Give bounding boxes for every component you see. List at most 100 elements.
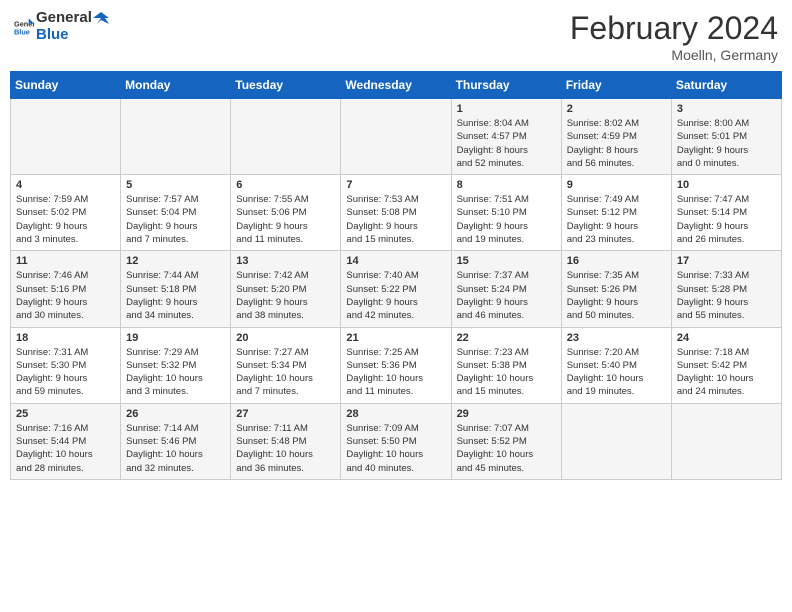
day-cell: 21 Sunrise: 7:25 AM Sunset: 5:36 PM Dayli… [341,327,451,403]
logo-general-text: General [36,9,92,26]
day-number: 7 [346,179,445,191]
day-cell: 27 Sunrise: 7:11 AM Sunset: 5:48 PM Dayli… [231,403,341,479]
column-header-sunday: Sunday [11,72,121,99]
week-row-1: 1 Sunrise: 8:04 AM Sunset: 4:57 PM Daylig… [11,99,782,175]
day-number: 9 [567,179,666,191]
day-number: 13 [236,255,335,267]
day-cell: 7 Sunrise: 7:53 AM Sunset: 5:08 PM Daylig… [341,175,451,251]
day-cell: 23 Sunrise: 7:20 AM Sunset: 5:40 PM Dayli… [561,327,671,403]
logo-blue-text: Blue [36,27,110,44]
day-cell [231,99,341,175]
day-info: Sunrise: 7:55 AM Sunset: 5:06 PM Dayligh… [236,193,335,246]
week-row-2: 4Sunrise: 7:59 AM Sunset: 5:02 PM Daylig… [11,175,782,251]
day-info: Sunrise: 8:04 AM Sunset: 4:57 PM Dayligh… [457,117,556,170]
day-info: Sunrise: 7:35 AM Sunset: 5:26 PM Dayligh… [567,269,666,322]
day-number: 24 [677,332,776,344]
day-info: Sunrise: 8:02 AM Sunset: 4:59 PM Dayligh… [567,117,666,170]
day-info: Sunrise: 7:46 AM Sunset: 5:16 PM Dayligh… [16,269,115,322]
day-number: 12 [126,255,225,267]
calendar-table: SundayMondayTuesdayWednesdayThursdayFrid… [10,71,782,480]
day-cell: 10Sunrise: 7:47 AM Sunset: 5:14 PM Dayli… [671,175,781,251]
location-title: Moelln, Germany [570,47,778,63]
day-cell: 2 Sunrise: 8:02 AM Sunset: 4:59 PM Daylig… [561,99,671,175]
week-row-5: 25 Sunrise: 7:16 AM Sunset: 5:44 PM Dayli… [11,403,782,479]
day-cell: 15 Sunrise: 7:37 AM Sunset: 5:24 PM Dayli… [451,251,561,327]
day-cell: 18 Sunrise: 7:31 AM Sunset: 5:30 PM Dayli… [11,327,121,403]
day-info: Sunrise: 7:31 AM Sunset: 5:30 PM Dayligh… [16,346,115,399]
day-cell: 20Sunrise: 7:27 AM Sunset: 5:34 PM Dayli… [231,327,341,403]
day-number: 26 [126,408,225,420]
day-info: Sunrise: 7:47 AM Sunset: 5:14 PM Dayligh… [677,193,776,246]
day-cell: 16 Sunrise: 7:35 AM Sunset: 5:26 PM Dayli… [561,251,671,327]
day-cell: 6 Sunrise: 7:55 AM Sunset: 5:06 PM Daylig… [231,175,341,251]
day-number: 28 [346,408,445,420]
day-info: Sunrise: 7:57 AM Sunset: 5:04 PM Dayligh… [126,193,225,246]
day-cell: 14 Sunrise: 7:40 AM Sunset: 5:22 PM Dayli… [341,251,451,327]
day-number: 14 [346,255,445,267]
svg-text:Blue: Blue [14,27,30,36]
day-info: Sunrise: 7:23 AM Sunset: 5:38 PM Dayligh… [457,346,556,399]
day-cell [671,403,781,479]
day-info: Sunrise: 7:40 AM Sunset: 5:22 PM Dayligh… [346,269,445,322]
day-cell [561,403,671,479]
day-info: Sunrise: 7:33 AM Sunset: 5:28 PM Dayligh… [677,269,776,322]
day-info: Sunrise: 7:37 AM Sunset: 5:24 PM Dayligh… [457,269,556,322]
day-cell: 22 Sunrise: 7:23 AM Sunset: 5:38 PM Dayli… [451,327,561,403]
day-number: 29 [457,408,556,420]
day-number: 4 [16,179,115,191]
page-header: General Blue General Blue February 2024 … [10,10,782,63]
day-info: Sunrise: 7:49 AM Sunset: 5:12 PM Dayligh… [567,193,666,246]
day-info: Sunrise: 7:29 AM Sunset: 5:32 PM Dayligh… [126,346,225,399]
column-header-tuesday: Tuesday [231,72,341,99]
day-info: Sunrise: 7:16 AM Sunset: 5:44 PM Dayligh… [16,422,115,475]
day-info: Sunrise: 7:44 AM Sunset: 5:18 PM Dayligh… [126,269,225,322]
calendar-header-row: SundayMondayTuesdayWednesdayThursdayFrid… [11,72,782,99]
title-area: February 2024 Moelln, Germany [570,10,778,63]
day-cell: 28 Sunrise: 7:09 AM Sunset: 5:50 PM Dayli… [341,403,451,479]
day-cell: 12 Sunrise: 7:44 AM Sunset: 5:18 PM Dayli… [121,251,231,327]
day-number: 6 [236,179,335,191]
day-number: 27 [236,408,335,420]
day-info: Sunrise: 7:11 AM Sunset: 5:48 PM Dayligh… [236,422,335,475]
day-info: Sunrise: 7:27 AM Sunset: 5:34 PM Dayligh… [236,346,335,399]
day-cell: 9 Sunrise: 7:49 AM Sunset: 5:12 PM Daylig… [561,175,671,251]
column-header-wednesday: Wednesday [341,72,451,99]
day-info: Sunrise: 7:53 AM Sunset: 5:08 PM Dayligh… [346,193,445,246]
column-header-saturday: Saturday [671,72,781,99]
day-cell: 13 Sunrise: 7:42 AM Sunset: 5:20 PM Dayli… [231,251,341,327]
column-header-monday: Monday [121,72,231,99]
day-number: 5 [126,179,225,191]
week-row-4: 18 Sunrise: 7:31 AM Sunset: 5:30 PM Dayli… [11,327,782,403]
day-number: 25 [16,408,115,420]
day-number: 21 [346,332,445,344]
day-number: 23 [567,332,666,344]
day-cell [341,99,451,175]
day-cell: 11Sunrise: 7:46 AM Sunset: 5:16 PM Dayli… [11,251,121,327]
day-cell: 19 Sunrise: 7:29 AM Sunset: 5:32 PM Dayli… [121,327,231,403]
column-header-friday: Friday [561,72,671,99]
day-cell [121,99,231,175]
day-number: 1 [457,103,556,115]
day-number: 15 [457,255,556,267]
day-cell: 26 Sunrise: 7:14 AM Sunset: 5:46 PM Dayli… [121,403,231,479]
day-cell: 3Sunrise: 8:00 AM Sunset: 5:01 PM Daylig… [671,99,781,175]
day-info: Sunrise: 7:09 AM Sunset: 5:50 PM Dayligh… [346,422,445,475]
day-info: Sunrise: 7:42 AM Sunset: 5:20 PM Dayligh… [236,269,335,322]
day-cell [11,99,121,175]
day-info: Sunrise: 7:07 AM Sunset: 5:52 PM Dayligh… [457,422,556,475]
day-cell: 8Sunrise: 7:51 AM Sunset: 5:10 PM Daylig… [451,175,561,251]
day-number: 2 [567,103,666,115]
day-info: Sunrise: 7:14 AM Sunset: 5:46 PM Dayligh… [126,422,225,475]
day-info: Sunrise: 7:25 AM Sunset: 5:36 PM Dayligh… [346,346,445,399]
logo: General Blue General Blue [14,10,110,43]
day-number: 16 [567,255,666,267]
day-number: 8 [457,179,556,191]
day-number: 3 [677,103,776,115]
day-info: Sunrise: 7:20 AM Sunset: 5:40 PM Dayligh… [567,346,666,399]
day-number: 22 [457,332,556,344]
day-number: 19 [126,332,225,344]
logo-icon: General Blue [14,17,34,37]
day-number: 18 [16,332,115,344]
column-header-thursday: Thursday [451,72,561,99]
day-cell: 17Sunrise: 7:33 AM Sunset: 5:28 PM Dayli… [671,251,781,327]
